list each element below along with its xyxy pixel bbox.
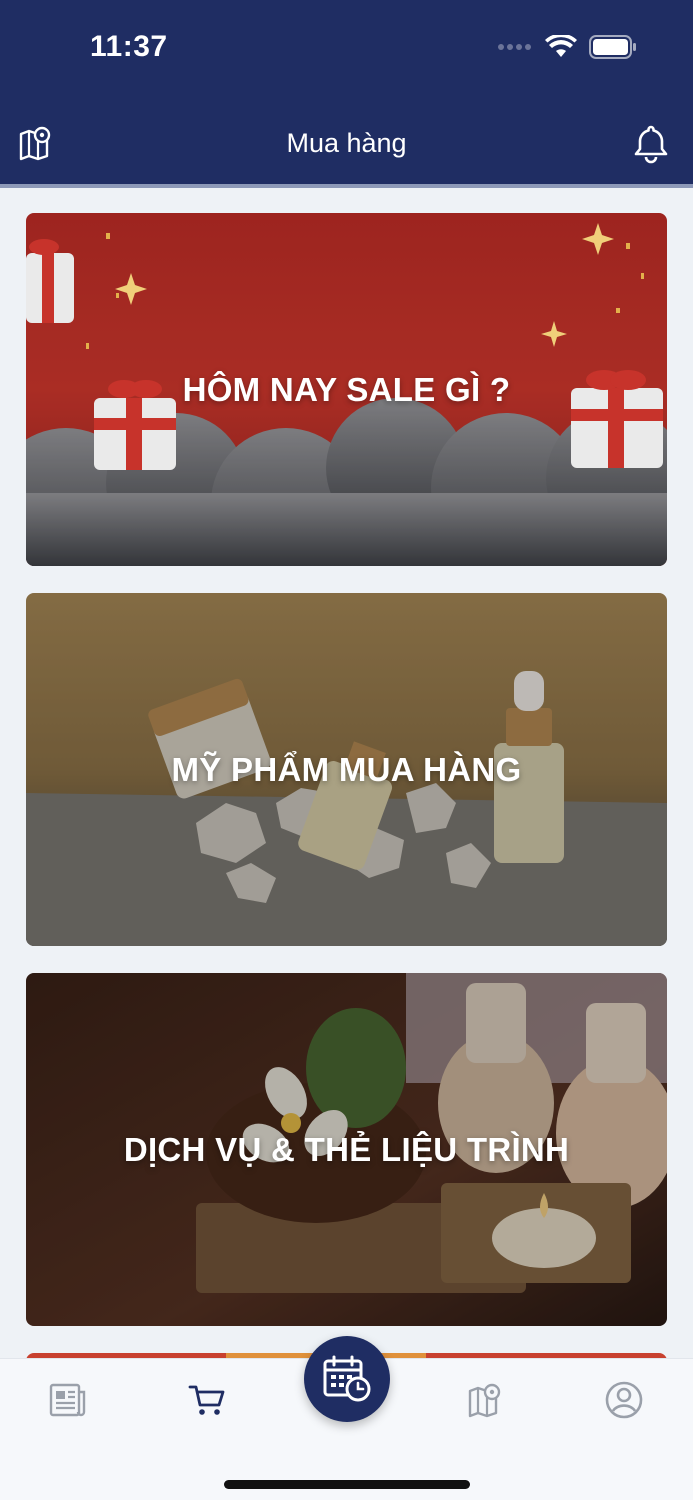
signal-icon [498, 44, 531, 50]
calendar-clock-icon [323, 1355, 371, 1402]
wifi-icon [545, 35, 577, 57]
booking-fab-button[interactable] [304, 1336, 390, 1422]
cart-icon [188, 1385, 225, 1415]
page-title: Mua hàng [286, 128, 407, 158]
map-pin-icon [468, 1383, 501, 1418]
services-card-label: DỊCH VỤ & THẺ LIỆU TRÌNH [123, 1130, 570, 1168]
sale-card[interactable]: HÔM NAY SALE GÌ ? [26, 213, 667, 566]
cosmetics-card[interactable]: MỸ PHẨM MUA HÀNG [26, 593, 667, 946]
tab-profile[interactable] [602, 1378, 646, 1422]
header-divider [0, 184, 693, 188]
status-bar: 11:37 [0, 0, 693, 100]
battery-icon [589, 35, 636, 59]
news-icon [49, 1383, 86, 1417]
status-indicators [497, 35, 637, 59]
user-circle-icon [605, 1381, 643, 1419]
tab-map[interactable] [464, 1378, 508, 1422]
status-time: 11:37 [90, 30, 168, 63]
tab-news[interactable] [46, 1378, 90, 1422]
notification-bell-icon[interactable] [632, 124, 670, 164]
tab-shopping[interactable] [185, 1378, 229, 1422]
services-card[interactable]: DỊCH VỤ & THẺ LIỆU TRÌNH [26, 973, 667, 1326]
sale-card-label: HÔM NAY SALE GÌ ? [182, 370, 511, 408]
cosmetics-card-label: MỸ PHẨM MUA HÀNG [171, 750, 522, 788]
home-indicator [224, 1480, 470, 1489]
